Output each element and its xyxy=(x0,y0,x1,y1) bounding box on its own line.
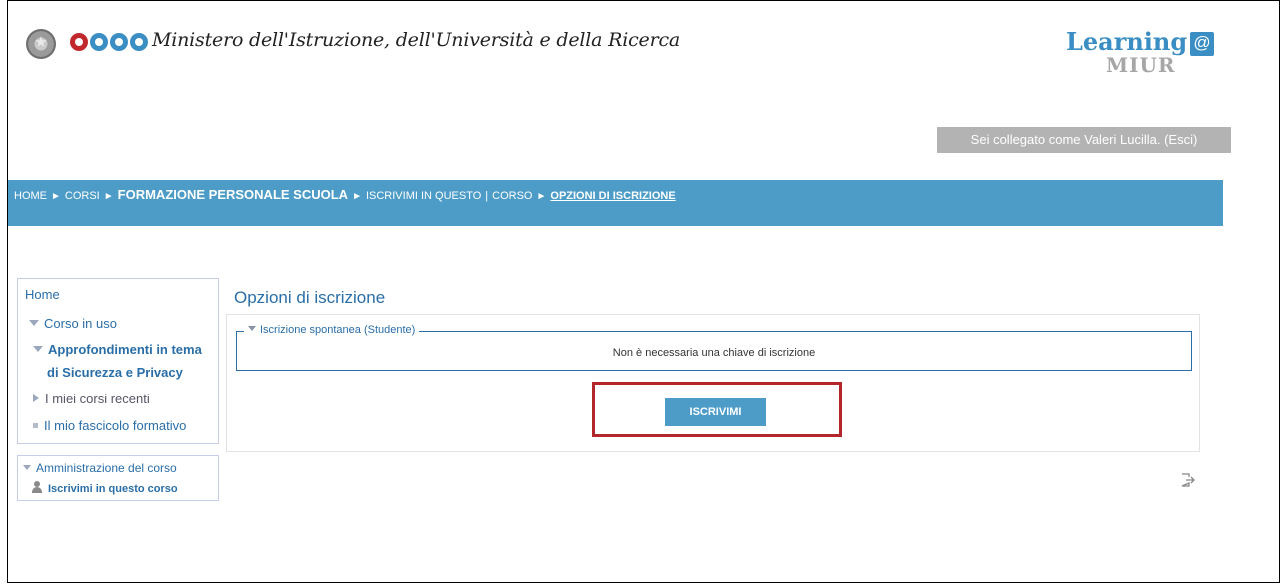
breadcrumb: HOME ► CORSI ► FORMAZIONE PERSONALE SCUO… xyxy=(14,187,676,202)
highlight-box xyxy=(592,382,842,437)
page-title: Opzioni di iscrizione xyxy=(234,288,386,307)
miur-logo xyxy=(70,33,148,51)
breadcrumb-separator: ► xyxy=(536,191,547,202)
triangle-right-icon xyxy=(33,394,39,402)
nav-home-link[interactable]: Home xyxy=(25,287,60,302)
learning-logo-miur: MIUR xyxy=(1106,53,1176,77)
no-key-message: Non è necessaria una chiave di iscrizion… xyxy=(612,347,816,359)
miur-dot-icon xyxy=(70,33,88,51)
republic-emblem-icon xyxy=(26,29,56,59)
fieldset-legend-label: Iscrizione spontanea (Studente) xyxy=(260,324,416,336)
user-icon xyxy=(31,481,43,493)
triangle-down-icon xyxy=(248,326,256,331)
ministry-title: Ministero dell'Istruzione, dell'Universi… xyxy=(152,29,681,51)
learning-logo-at: @ xyxy=(1190,32,1214,56)
nav-corso-in-uso-label: Corso in uso xyxy=(44,316,117,331)
breadcrumb-corso[interactable]: CORSO xyxy=(492,190,532,202)
miur-dot-icon xyxy=(130,33,148,51)
breadcrumb-bar: HOME ► CORSI ► FORMAZIONE PERSONALE SCUO… xyxy=(8,180,1223,226)
bullet-icon xyxy=(33,423,38,428)
fieldset-legend[interactable]: Iscrizione spontanea (Studente) xyxy=(244,324,420,336)
breadcrumb-separator: ► xyxy=(103,191,114,202)
learning-logo-text: Learning xyxy=(1066,27,1188,56)
nav-course-line1: Approfondimenti in tema xyxy=(48,342,202,357)
enrol-self-link-label: Iscrivimi in questo corso xyxy=(48,483,178,495)
logged-in-status[interactable]: Sei collegato come Valeri Lucilla. (Esci… xyxy=(937,127,1231,153)
breadcrumb-divider: | xyxy=(485,190,489,202)
page-frame: Ministero dell'Istruzione, dell'Universi… xyxy=(7,0,1280,583)
breadcrumb-corsi[interactable]: CORSI xyxy=(65,190,100,202)
breadcrumb-formazione[interactable]: FORMAZIONE PERSONALE SCUOLA xyxy=(118,187,348,202)
miur-dot-icon xyxy=(90,33,108,51)
nav-fascicolo[interactable]: Il mio fascicolo formativo xyxy=(33,418,186,433)
nav-miei-corsi[interactable]: I miei corsi recenti xyxy=(33,391,150,406)
nav-fascicolo-label: Il mio fascicolo formativo xyxy=(44,418,187,433)
admin-block: Amministrazione del corso Iscrivimi in q… xyxy=(17,455,219,501)
triangle-down-icon xyxy=(33,346,43,352)
admin-title[interactable]: Amministrazione del corso xyxy=(23,461,177,475)
navigation-block: Home Corso in uso Approfondimenti in tem… xyxy=(17,278,219,444)
breadcrumb-separator: ► xyxy=(51,191,61,202)
triangle-down-icon xyxy=(23,465,31,470)
enrol-self-link[interactable]: Iscrivimi in questo corso xyxy=(31,481,178,495)
miur-dot-icon xyxy=(110,33,128,51)
nav-corso-in-uso[interactable]: Corso in uso xyxy=(29,316,117,331)
nav-miei-corsi-label: I miei corsi recenti xyxy=(45,391,150,406)
exit-icon[interactable] xyxy=(1181,473,1195,487)
nav-course-item-line2[interactable]: di Sicurezza e Privacy xyxy=(47,365,183,380)
breadcrumb-home[interactable]: HOME xyxy=(14,190,47,202)
admin-title-label: Amministrazione del corso xyxy=(36,461,177,475)
breadcrumb-current[interactable]: OPZIONI DI ISCRIZIONE xyxy=(550,190,675,202)
nav-course-item[interactable]: Approfondimenti in tema xyxy=(33,342,202,357)
self-enrolment-fieldset: Iscrizione spontanea (Studente) Non è ne… xyxy=(236,324,1192,371)
nav-course-line2: di Sicurezza e Privacy xyxy=(47,365,183,380)
triangle-down-icon xyxy=(29,320,39,326)
breadcrumb-iscrivimi[interactable]: ISCRIVIMI IN QUESTO xyxy=(366,190,481,202)
breadcrumb-separator: ► xyxy=(352,191,362,202)
